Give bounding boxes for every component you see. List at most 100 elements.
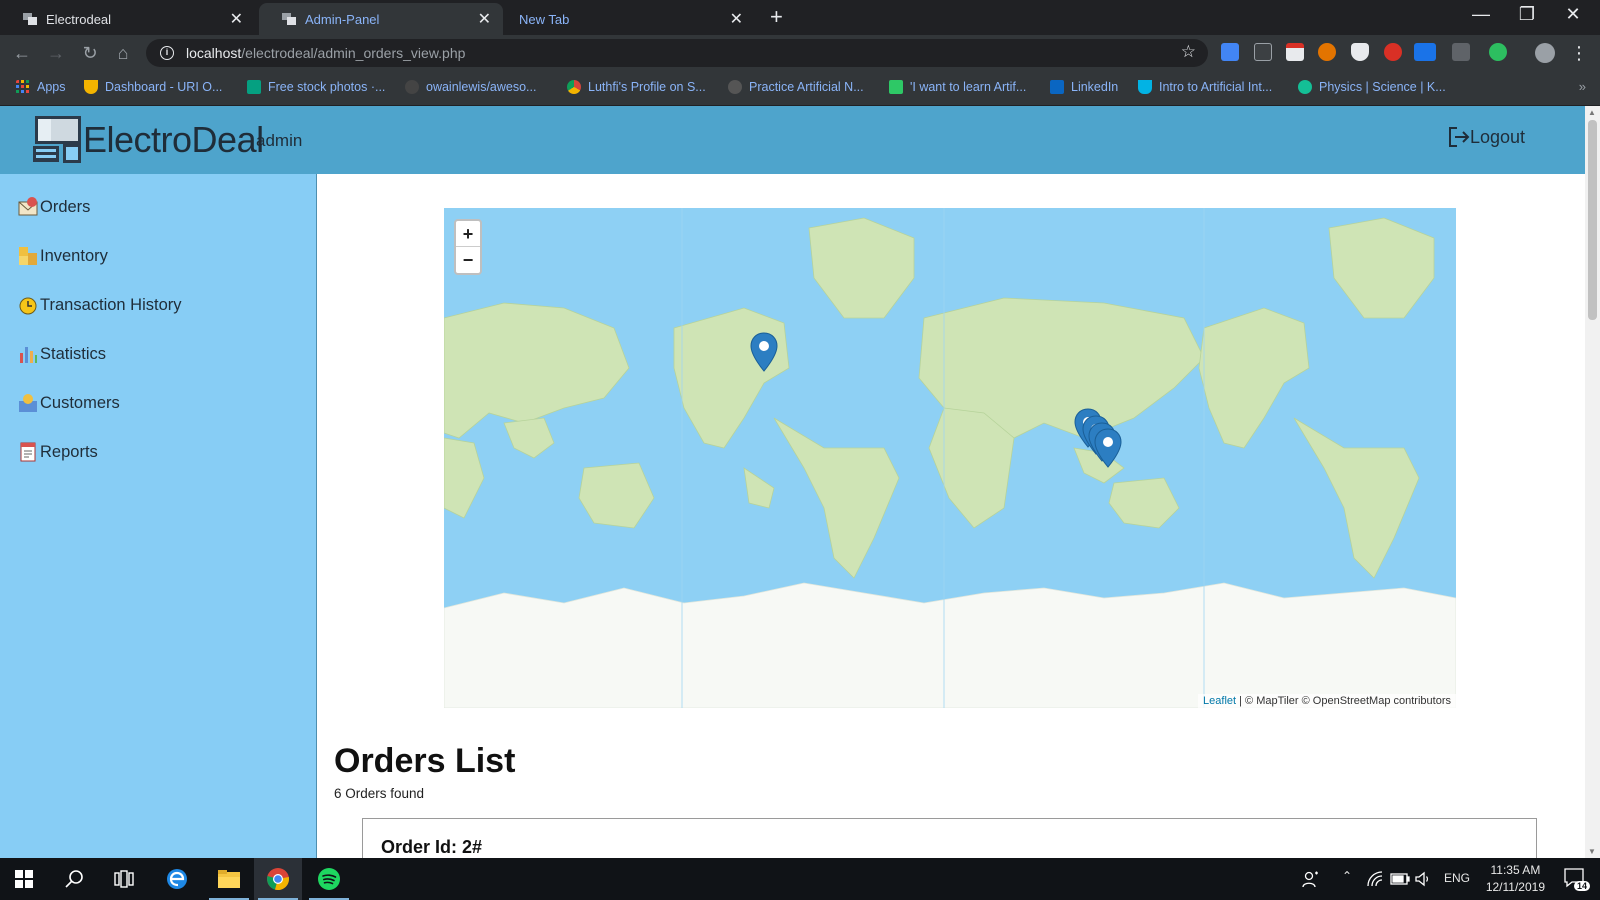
attribution-text: | © MapTiler © OpenStreetMap contributor… (1236, 695, 1451, 707)
bookmark-item[interactable]: LinkedIn (1050, 80, 1118, 94)
tab-admin-panel[interactable]: Admin-Panel ✕ (259, 3, 503, 35)
url-text: localhost/electrodeal/admin_orders_view.… (186, 45, 466, 61)
scrollbar-thumb[interactable] (1588, 120, 1597, 320)
adblock-extension-icon[interactable] (1384, 43, 1402, 61)
bookmark-item[interactable]: Luthfi's Profile on S... (567, 80, 706, 94)
chrome-taskbar-button[interactable] (254, 858, 302, 900)
sidebar-item-statistics[interactable]: Statistics (17, 343, 106, 365)
quora-icon (889, 80, 903, 94)
close-window-icon[interactable]: ✕ (1550, 4, 1596, 25)
reload-icon[interactable]: ↻ (78, 41, 102, 65)
zoom-in-button[interactable]: + (456, 221, 480, 247)
shield-extension-icon[interactable] (1351, 43, 1369, 61)
page-scrollbar[interactable]: ▲ ▼ (1585, 106, 1600, 858)
bookmark-item[interactable]: Apps (16, 80, 66, 94)
github-icon (405, 80, 419, 94)
start-button[interactable] (0, 858, 48, 900)
santa-extension-icon[interactable] (1318, 43, 1336, 61)
linkedin-icon (1050, 80, 1064, 94)
new-extension-icon[interactable] (1414, 43, 1436, 61)
calendar-extension-icon[interactable] (1286, 43, 1304, 61)
sidebar-item-transaction-history[interactable]: Transaction History (17, 294, 182, 316)
leaflet-link[interactable]: Leaflet (1203, 695, 1236, 707)
sidebar-item-orders[interactable]: Orders (17, 196, 90, 218)
brand-name[interactable]: ElectroDeal (83, 119, 264, 161)
bookmark-item[interactable]: owainlewis/aweso... (405, 80, 536, 94)
tab-electrodeal[interactable]: Electrodeal ✕ (0, 3, 255, 35)
more-bookmarks-icon[interactable]: » (1579, 79, 1586, 94)
clock-time: 11:35 AM (1490, 863, 1541, 877)
sidebar-item-reports[interactable]: Reports (17, 441, 98, 463)
site-header: ElectroDeal admin Logout (0, 106, 1585, 174)
chrome-icon (267, 868, 289, 891)
restore-window-icon[interactable]: ❐ (1504, 4, 1550, 25)
bookmark-item[interactable]: Practice Artificial N... (728, 80, 864, 94)
order-marker-icon[interactable] (750, 332, 778, 372)
windows-logo-icon (15, 870, 33, 888)
bookmark-star-icon[interactable]: ☆ (1181, 42, 1196, 62)
sidebar-item-inventory[interactable]: Inventory (17, 245, 108, 267)
map-zoom-control: + − (454, 219, 482, 275)
sidebar-item-label: Inventory (40, 246, 108, 265)
file-explorer-taskbar-button[interactable] (205, 858, 253, 900)
new-tab-button[interactable]: + (770, 4, 783, 30)
search-button[interactable] (50, 858, 98, 900)
back-arrow-icon[interactable]: ← (10, 41, 34, 65)
site-info-icon[interactable]: i (160, 46, 174, 60)
report-document-icon (20, 442, 36, 462)
address-bar[interactable]: i localhost/electrodeal/admin_orders_vie… (146, 39, 1208, 67)
logout-label: Logout (1469, 126, 1525, 147)
bookmark-item[interactable]: Intro to Artificial Int... (1138, 80, 1272, 94)
search-icon (65, 870, 83, 888)
scroll-down-icon[interactable]: ▼ (1588, 847, 1596, 856)
sidebar-item-label: Customers (40, 393, 120, 412)
close-tab-icon[interactable]: ✕ (730, 9, 743, 29)
inventory-boxes-icon (19, 247, 37, 265)
tab-label: Electrodeal (46, 11, 112, 27)
action-center-button[interactable]: 14 (1564, 868, 1590, 891)
bookmark-item[interactable]: 'I want to learn Artif... (889, 80, 1026, 94)
scroll-up-icon[interactable]: ▲ (1588, 108, 1596, 117)
tab-new-tab[interactable]: New Tab ✕ (497, 3, 755, 35)
brand-subtitle: admin (256, 131, 303, 150)
show-hidden-icons-icon[interactable]: ⌃ (1342, 869, 1352, 883)
logout-button[interactable]: Logout (1448, 126, 1525, 148)
home-icon[interactable]: ⌂ (111, 41, 135, 65)
sidebar-item-customers[interactable]: Customers (17, 392, 120, 414)
forward-arrow-icon[interactable]: → (44, 41, 68, 65)
antarctica (444, 582, 1456, 708)
volume-icon[interactable] (1414, 870, 1432, 888)
browser-menu-icon[interactable]: ⋮ (1567, 41, 1591, 65)
translate-extension-icon[interactable] (1221, 43, 1239, 61)
evernote-extension-icon[interactable] (1489, 43, 1507, 61)
bookmark-item[interactable]: Physics | Science | K... (1298, 80, 1446, 94)
task-view-icon (114, 870, 134, 888)
order-marker-icon[interactable] (1094, 428, 1122, 468)
bookmark-item[interactable]: Free stock photos ·... (247, 80, 385, 94)
tab-label: Admin-Panel (305, 11, 380, 27)
close-tab-icon[interactable]: ✕ (478, 9, 491, 29)
orders-envelope-icon (18, 197, 38, 216)
profile-avatar[interactable] (1535, 43, 1555, 63)
input-language[interactable]: ENG (1444, 871, 1470, 885)
world-map-tiles (444, 208, 1456, 708)
task-view-button[interactable] (100, 858, 148, 900)
system-clock[interactable]: 11:35 AM 12/11/2019 (1486, 862, 1545, 896)
hackerrank-icon (728, 80, 742, 94)
battery-icon[interactable] (1390, 872, 1410, 886)
people-icon[interactable] (1302, 870, 1320, 888)
close-tab-icon[interactable]: ✕ (230, 9, 243, 29)
wifi-icon[interactable] (1366, 870, 1384, 888)
map-attribution: Leaflet | © MapTiler © OpenStreetMap con… (1198, 694, 1456, 708)
formula-extension-icon[interactable] (1254, 43, 1272, 61)
minimize-window-icon[interactable]: — (1458, 4, 1504, 25)
pexels-icon (247, 80, 261, 94)
edge-taskbar-button[interactable] (153, 858, 201, 900)
pen-extension-icon[interactable] (1452, 43, 1470, 61)
spotify-taskbar-button[interactable] (305, 858, 353, 900)
zoom-out-button[interactable]: − (456, 247, 480, 273)
bookmark-item[interactable]: Dashboard - URI O... (84, 80, 222, 94)
orders-map[interactable]: + − Leaflet | © MapTiler © OpenStreetMap… (444, 208, 1456, 708)
edge-browser-icon (167, 869, 187, 889)
order-card[interactable]: Order Id: 2# (362, 818, 1537, 858)
